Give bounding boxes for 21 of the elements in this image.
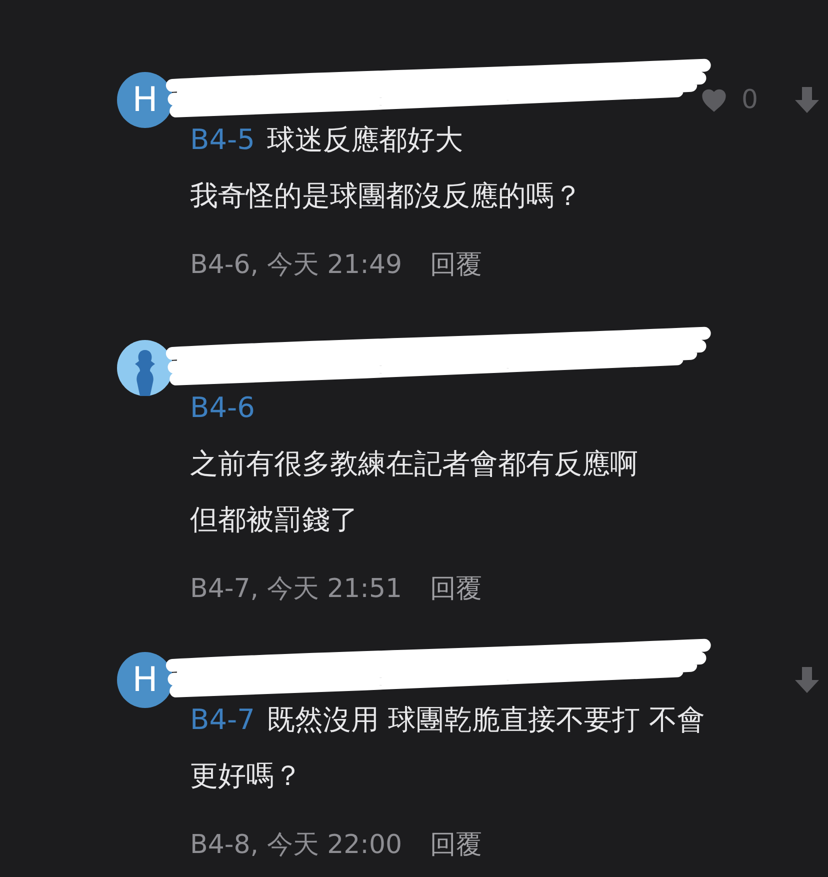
down-arrow-icon[interactable] xyxy=(794,665,820,695)
reply-link[interactable]: B4-6 xyxy=(190,391,255,424)
comment-text: B4-7 既然沒用 球團乾脆直接不要打 不會 xyxy=(190,702,706,738)
avatar[interactable] xyxy=(117,340,173,396)
avatar[interactable]: H xyxy=(117,72,173,128)
reply-link[interactable]: B4-5 xyxy=(190,123,255,156)
like-count: 0 xyxy=(741,84,758,116)
comment-meta: B4-6, 今天 21:49 xyxy=(190,249,402,282)
comment-meta: B4-7, 今天 21:51 xyxy=(190,573,402,606)
comment-text: 但都被罰錢了 xyxy=(190,502,359,538)
down-arrow-icon[interactable] xyxy=(794,85,820,115)
comment-text: B4-5 球迷反應都好大 xyxy=(190,122,464,158)
reply-link[interactable]: 回覆 xyxy=(430,569,482,609)
reply-link[interactable]: 回覆 xyxy=(430,245,482,285)
reply-link[interactable]: 回覆 xyxy=(430,825,482,865)
comment-text: 我奇怪的是球團都沒反應的嗎？ xyxy=(190,178,583,214)
avatar[interactable]: H xyxy=(117,652,173,708)
reply-link[interactable]: B4-7 xyxy=(190,703,255,736)
comment-meta: B4-8, 今天 22:00 xyxy=(190,829,402,862)
comment-text: 更好嗎？ xyxy=(190,758,303,794)
comment-text: 之前有很多教練在記者會都有反應啊 xyxy=(190,446,639,482)
